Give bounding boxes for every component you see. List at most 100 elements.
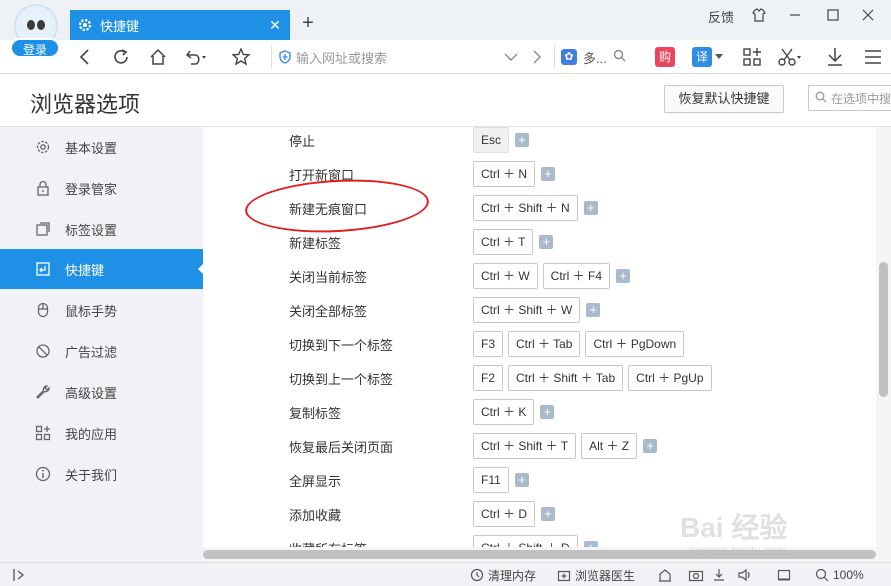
minimize-icon[interactable]	[785, 4, 805, 26]
shortcut-row: 恢复最后关闭页面 Ctrl ＋ Shift ＋ T Alt ＋ Z +	[203, 433, 876, 467]
shortcut-label: 关闭当前标签	[289, 270, 368, 285]
search-engine-box[interactable]: ✿ 多...	[554, 45, 644, 69]
download-icon[interactable]	[822, 44, 848, 70]
add-shortcut-icon[interactable]: +	[541, 167, 555, 181]
sidebar-item-ad-filter[interactable]: 广告过滤	[0, 331, 203, 371]
wallpaper-icon[interactable]	[658, 566, 672, 584]
tab-shortcuts[interactable]: 快捷键 ✕	[70, 10, 290, 40]
restore-default-shortcuts-button[interactable]: 恢复默认快捷键	[664, 85, 784, 113]
sidebar-item-label: 标签设置	[65, 222, 118, 238]
close-window-icon[interactable]	[858, 4, 878, 26]
add-shortcut-icon[interactable]: +	[514, 473, 529, 487]
camera-icon[interactable]	[688, 566, 704, 584]
shortcut-key[interactable]: Ctrl ＋ Tab	[508, 331, 581, 357]
user-avatar[interactable]: 登录	[10, 4, 60, 58]
shortcut-key[interactable]: F3	[473, 331, 504, 357]
search-engine-label: 多...	[583, 50, 607, 66]
undo-icon[interactable]	[183, 44, 209, 70]
translate-dropdown-icon[interactable]	[712, 44, 726, 70]
new-tab-button[interactable]: +	[298, 12, 318, 35]
shortcut-row: 添加收藏 Ctrl ＋ D +	[203, 501, 876, 535]
shortcut-row: 停止 Esc +	[203, 127, 876, 161]
browser-doctor-button[interactable]: 浏览器医生	[557, 566, 635, 584]
add-shortcut-icon[interactable]: +	[616, 269, 631, 283]
vertical-scrollbar[interactable]	[876, 127, 891, 562]
vertical-scroll-thumb[interactable]	[879, 262, 888, 397]
shortcut-key[interactable]: Ctrl ＋ K	[473, 399, 535, 425]
refresh-icon[interactable]	[108, 44, 134, 70]
close-icon[interactable]: ✕	[268, 17, 282, 34]
back-icon[interactable]	[72, 44, 98, 70]
shortcut-key[interactable]: Ctrl ＋ PgDown	[585, 331, 685, 357]
shortcut-key[interactable]: Ctrl ＋ Shift ＋ D	[473, 535, 578, 547]
sidebar-item-login-manager[interactable]: 登录管家	[0, 168, 203, 208]
shortcut-key[interactable]: Ctrl ＋ N	[473, 161, 535, 187]
browser-doctor-label: 浏览器医生	[575, 568, 636, 583]
sidebar-item-advanced-settings[interactable]: 高级设置	[0, 372, 203, 412]
volume-icon[interactable]	[737, 566, 753, 584]
options-search-input[interactable]: 在选项中搜	[808, 85, 891, 111]
shortcut-key[interactable]: Ctrl ＋ T	[473, 229, 534, 255]
add-shortcut-icon[interactable]: +	[515, 133, 530, 147]
shortcut-label: 收藏所有标签	[289, 539, 367, 547]
shortcut-key[interactable]: Ctrl ＋ Shift ＋ Tab	[508, 365, 624, 391]
sidebar-item-shortcuts[interactable]: 快捷键	[0, 249, 204, 289]
shortcut-key[interactable]: Ctrl ＋ D	[473, 501, 535, 527]
scissors-icon[interactable]	[777, 44, 803, 70]
shortcut-key[interactable]: Ctrl ＋ Shift ＋ W	[473, 297, 581, 323]
chevron-down-icon[interactable]	[498, 44, 524, 70]
shortcut-row: 新建无痕窗口 Ctrl ＋ Shift ＋ N +	[203, 195, 876, 229]
add-shortcut-icon[interactable]: +	[583, 201, 598, 215]
options-search-placeholder: 在选项中搜	[831, 91, 891, 106]
login-button[interactable]: 登录	[10, 38, 60, 58]
sidebar-toggle-icon[interactable]	[12, 566, 26, 584]
maximize-icon[interactable]	[823, 4, 843, 26]
shortcut-key[interactable]: Esc	[473, 127, 510, 153]
translate-extension-icon[interactable]: 译	[692, 47, 712, 67]
sidebar-item-about-us[interactable]: 关于我们	[0, 454, 203, 494]
sidebar-item-basic-settings[interactable]: 基本设置	[0, 127, 203, 167]
skin-icon[interactable]	[749, 4, 769, 26]
shortcut-row: 收藏所有标签 Ctrl ＋ Shift ＋ D +	[203, 535, 876, 547]
menu-icon[interactable]	[860, 44, 886, 70]
download-status-icon[interactable]	[712, 566, 726, 584]
shortcut-label: 添加收藏	[289, 508, 342, 523]
tabs-icon	[34, 220, 52, 238]
favorite-star-icon[interactable]	[228, 44, 254, 70]
feedback-link[interactable]: 反馈	[708, 6, 734, 26]
shortcut-key[interactable]: Alt ＋ Z	[581, 433, 638, 459]
shortcut-key[interactable]: Ctrl ＋ Shift ＋ N	[473, 195, 578, 221]
shortcut-key[interactable]: F2	[473, 365, 504, 391]
add-shortcut-icon[interactable]: +	[643, 439, 658, 453]
shortcut-label: 复制标签	[289, 406, 342, 421]
clear-memory-button[interactable]: 清理内存	[470, 566, 536, 584]
sidebar-item-tab-settings[interactable]: 标签设置	[0, 209, 203, 249]
sidebar-item-mouse-gestures[interactable]: 鼠标手势	[0, 290, 203, 330]
sidebar-item-label: 快捷键	[65, 262, 105, 278]
shopping-extension-icon[interactable]: 购	[655, 47, 675, 67]
apps-icon[interactable]	[739, 44, 765, 70]
sidebar-item-label: 登录管家	[65, 181, 118, 197]
window-icon[interactable]	[777, 566, 791, 584]
shortcut-key[interactable]: Ctrl ＋ W	[473, 263, 538, 289]
chevron-right-icon[interactable]	[524, 44, 550, 70]
horizontal-scrollbar[interactable]	[203, 547, 876, 562]
add-shortcut-icon[interactable]: +	[586, 303, 601, 317]
shortcut-key[interactable]: Ctrl ＋ F4	[542, 263, 611, 289]
shortcut-row: 全屏显示 F11 +	[203, 467, 876, 501]
add-shortcut-icon[interactable]: +	[539, 235, 554, 249]
home-icon[interactable]	[145, 44, 171, 70]
shortcut-key[interactable]: F11	[473, 467, 509, 493]
shortcut-key[interactable]: Ctrl ＋ PgUp	[628, 365, 712, 391]
add-shortcut-icon[interactable]: +	[541, 507, 555, 521]
add-shortcut-icon[interactable]: +	[540, 405, 555, 419]
shield-icon	[278, 50, 292, 64]
shortcut-label: 新建标签	[289, 236, 342, 251]
horizontal-scroll-thumb[interactable]	[203, 550, 876, 559]
sidebar-item-label: 高级设置	[65, 385, 118, 401]
shortcut-key[interactable]: Ctrl ＋ Shift ＋ T	[473, 433, 577, 459]
zoom-control[interactable]: 100%	[815, 566, 864, 584]
shortcut-icon	[34, 260, 52, 278]
sidebar-item-my-apps[interactable]: 我的应用	[0, 413, 203, 453]
search-icon[interactable]	[613, 49, 626, 65]
